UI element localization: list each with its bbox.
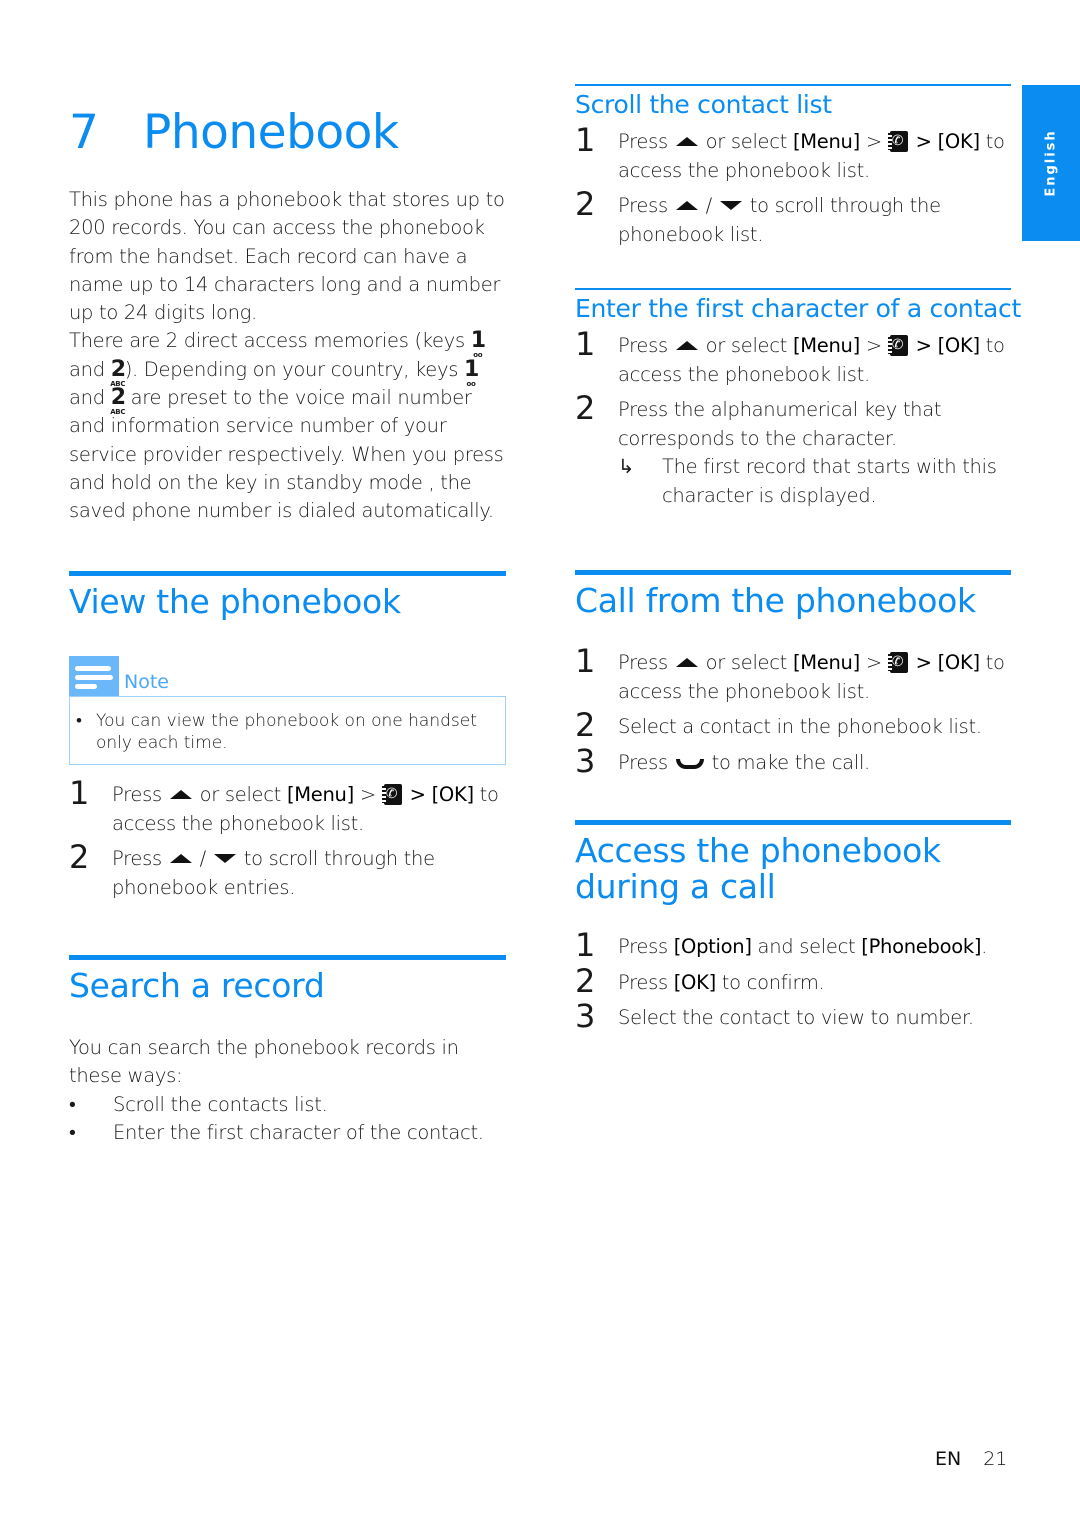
step-number: 1 (575, 642, 596, 680)
step-item: 3 Select the contact to view to number. (575, 997, 974, 1035)
step-item: 2 Select a contact in the phonebook list… (575, 706, 982, 744)
steps-list: 1 Press [Option] and select [Phonebook].… (575, 926, 1011, 1035)
section-divider (69, 571, 506, 576)
note-box: Note • You can view the phonebook on one … (69, 656, 506, 765)
call-from-phonebook-section: Call from the phonebook 1 Press or selec… (575, 570, 1011, 777)
step-number: 2 (575, 185, 596, 223)
step-number: 3 (575, 997, 596, 1035)
intro-section: This phone has a phonebook that stores u… (69, 186, 506, 526)
step-item: 2 Press / to scroll through the phoneboo… (69, 838, 435, 899)
intro-text-e: are preset to the voice mail number and … (69, 386, 504, 523)
up-key-icon (675, 341, 698, 350)
result-arrow-icon: ↳ (618, 455, 635, 478)
section-heading: Access the phonebook during a call (575, 831, 941, 906)
search-methods-list: • Scroll the contacts list. • Enter the fi… (69, 1091, 506, 1148)
chapter-title: 7 Phonebook (69, 105, 399, 160)
intro-text-a: There are 2 direct access memories (keys (69, 329, 471, 353)
intro-text-c: ). Depending on your country, keys (124, 357, 464, 381)
intro-paragraph-2: There are 2 direct access memories (keys… (69, 327, 506, 525)
access-during-call-section: Access the phonebook during a call 1 Pre… (575, 820, 1011, 1033)
phonebook-icon (887, 335, 908, 356)
menu-label: [Menu] (792, 130, 860, 153)
language-tab: English (1022, 85, 1080, 241)
step-item: 2 Press the alphanumerical key that corr… (575, 389, 1011, 510)
key-2-icon: 2 ABC (110, 385, 126, 417)
step-number: 2 (69, 838, 90, 876)
section-divider (575, 820, 1011, 825)
step-result: ↳ The first record that starts with this… (618, 453, 1011, 510)
up-key-icon (675, 201, 698, 210)
steps-list: 1 Press or select [Menu] > > [OK] to acc… (575, 642, 1011, 780)
steps-list: 1 Press or select [Menu] > > [OK] to acc… (575, 325, 1011, 510)
up-key-icon (169, 854, 192, 863)
up-key-icon (169, 790, 192, 799)
step-number: 2 (575, 389, 596, 427)
chapter-title-text: Phonebook (143, 105, 399, 161)
step-item: 1 Press or select [Menu] > > [OK] to acc… (69, 774, 506, 838)
step-number: 1 (575, 121, 596, 159)
step-item: 1 Press or select [Menu] > > [OK] to acc… (575, 325, 1011, 389)
step-item: 1 Press or select [Menu] > > [OK] to acc… (575, 642, 1011, 706)
down-key-icon (213, 854, 236, 863)
page-number: 21 (983, 1448, 1008, 1470)
search-intro: You can search the phonebook records in … (69, 1036, 459, 1088)
step-item: 1 Press or select [Menu] > > [OK] to acc… (575, 121, 1011, 185)
phonebook-icon (381, 784, 402, 805)
section-divider (69, 955, 506, 960)
section-divider (575, 84, 1011, 86)
subsection-heading: Scroll the contact list (575, 90, 832, 119)
section-heading: View the phonebook (69, 582, 401, 621)
enter-character-section: Enter the first character of a contact 1… (575, 288, 1021, 510)
step-number: 1 (575, 325, 596, 363)
step-number: 1 (575, 926, 596, 964)
note-label: Note (124, 671, 169, 693)
note-icon (69, 656, 119, 696)
section-divider (575, 288, 1011, 290)
note-text: You can view the phonebook on one handse… (96, 711, 477, 753)
section-divider (575, 570, 1011, 575)
menu-label: [Menu] (286, 783, 354, 806)
key-1-icon: 1 oo (470, 328, 486, 360)
phonebook-icon (887, 652, 908, 673)
phonebook-label: [Phonebook] (861, 935, 982, 958)
section-heading: Search a record (69, 966, 325, 1005)
step-item: 1 Press [Option] and select [Phonebook]. (575, 926, 988, 964)
intro-text-d: and (69, 386, 111, 410)
search-record-section: Search a record You can search the phone… (69, 955, 506, 1148)
steps-list: 1 Press or select [Menu] > > [OK] to acc… (69, 774, 506, 902)
intro-paragraph-1: This phone has a phonebook that stores u… (69, 188, 505, 325)
up-key-icon (675, 658, 698, 667)
step-number: 2 (575, 706, 596, 744)
list-item: • Enter the first character of the contac… (69, 1121, 484, 1145)
step-item: 3 Press to make the call. (575, 741, 870, 780)
language-tab-label: English (1043, 129, 1059, 197)
bullet-icon: • (76, 711, 82, 731)
steps-list: 1 Press or select [Menu] > > [OK] to acc… (575, 121, 1011, 249)
step-item: 2 Press / to scroll through the phoneboo… (575, 185, 941, 246)
step-number: 1 (69, 774, 90, 812)
down-key-icon (719, 201, 742, 210)
chapter-number: 7 (69, 105, 99, 161)
key-2-icon: 2 ABC (110, 356, 126, 388)
ok-label: [OK] (673, 970, 716, 994)
scroll-contact-section: Scroll the contact list 1 Press or selec… (575, 84, 1011, 249)
step-number: 3 (575, 741, 596, 780)
up-key-icon (675, 137, 698, 146)
phonebook-icon (887, 131, 908, 152)
section-heading: Call from the phonebook (575, 581, 976, 620)
footer-language: EN (935, 1448, 962, 1470)
step-number: 2 (575, 961, 596, 1000)
option-label: [Option] (673, 935, 752, 958)
view-phonebook-section: View the phonebook Note • You can view th… (69, 571, 506, 902)
step-item: 2 Press [OK] to confirm. (575, 961, 825, 1000)
call-key-icon (675, 758, 704, 769)
page-footer: EN 21 (935, 1448, 1007, 1470)
key-1-icon: 1 oo (464, 356, 480, 388)
menu-label: [Menu] (792, 651, 860, 674)
list-item: • Scroll the contacts list. (69, 1092, 328, 1116)
subsection-heading: Enter the first character of a contact (575, 294, 1021, 323)
menu-label: [Menu] (792, 334, 860, 357)
intro-text-b: and (69, 357, 111, 381)
